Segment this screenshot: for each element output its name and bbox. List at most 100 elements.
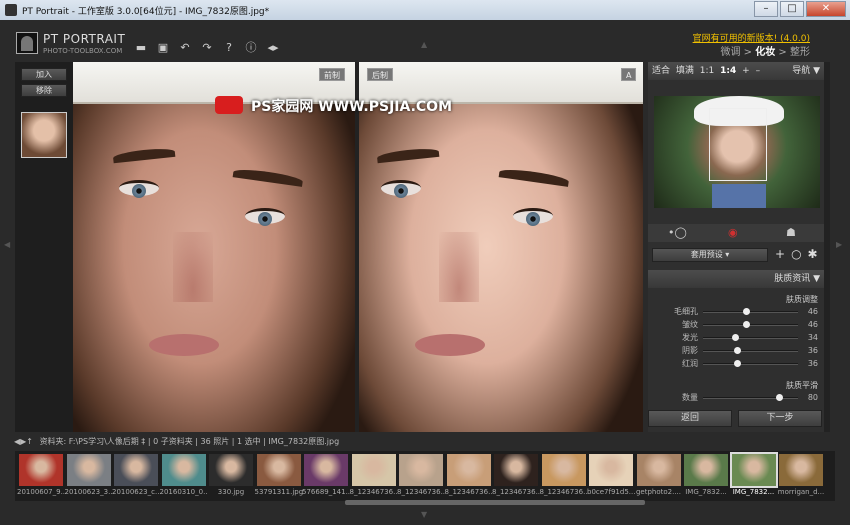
zoom-fill[interactable]: 填满 xyxy=(676,66,694,76)
navigator-header: 适合 填满 1:1 1:4 + – 导航 ▼ xyxy=(648,62,824,80)
add-button[interactable]: 加入 xyxy=(21,68,67,81)
image-viewer[interactable]: 前制 后制 A PS家园网 WWW.PSJIA.COM xyxy=(73,62,643,432)
makeup-tool-row: •◯ ◉ ☗ xyxy=(648,224,824,242)
zoom-fit[interactable]: 适合 xyxy=(652,66,670,76)
plugin-icon[interactable]: ◂▸ xyxy=(266,42,280,54)
after-label[interactable]: 后制 xyxy=(367,68,393,81)
nav-arrows-icon[interactable]: ◀▶↑ xyxy=(14,437,33,446)
filmstrip-thumbnail[interactable] xyxy=(446,454,491,486)
slider-knob[interactable] xyxy=(733,360,741,367)
compare-mode-button[interactable]: A xyxy=(621,68,637,81)
watermark-text: PS家园网 WWW.PSJIA.COM xyxy=(251,99,453,115)
workflow-step-adjust[interactable]: 微调 xyxy=(721,47,741,58)
eye-icon[interactable]: ◉ xyxy=(728,226,738,239)
filmstrip-caption: 8_12346736... xyxy=(444,488,493,496)
filmstrip-caption: 53791311.jpg xyxy=(254,488,303,496)
collapse-left-icon[interactable]: ◀ xyxy=(4,240,10,249)
redo-icon[interactable]: ↷ xyxy=(200,42,214,54)
collapse-right-icon[interactable]: ▶ xyxy=(836,240,842,249)
filmstrip-caption: IMG_7832... xyxy=(685,488,727,496)
chevron-down-icon: ▾ xyxy=(725,250,730,259)
preset-dropdown[interactable]: 套用预设 ▾ xyxy=(652,248,768,262)
right-panel: 适合 填满 1:1 1:4 + – 导航 ▼ •◯ ◉ ☗ 套用预设 ▾ + ○… xyxy=(648,62,824,432)
undo-icon[interactable]: ↶ xyxy=(178,42,192,54)
workflow-step-reshape[interactable]: 整形 xyxy=(790,47,810,58)
filmstrip-thumbnail[interactable] xyxy=(209,454,253,486)
chevron-down-icon[interactable]: ▼ xyxy=(813,274,820,284)
app-window: PT Portrait - 工作室版 3.0.0[64位元] - IMG_783… xyxy=(0,0,850,525)
slider-knob[interactable] xyxy=(775,394,783,401)
slider-rosy[interactable]: 红润 36 xyxy=(648,358,818,370)
filmstrip-thumbnail[interactable] xyxy=(636,454,681,486)
filmstrip-thumbnail[interactable] xyxy=(114,454,158,486)
filmstrip-thumbnail[interactable] xyxy=(494,454,538,486)
filmstrip-thumbnail[interactable] xyxy=(161,454,206,486)
minimize-button[interactable]: – xyxy=(754,1,778,17)
slider-knob[interactable] xyxy=(733,347,741,354)
face-thumbnail[interactable] xyxy=(21,112,67,158)
slider-knob[interactable] xyxy=(743,308,751,315)
skin-panel-header: 肤质资讯 ▼ xyxy=(648,270,824,288)
navigator-title: 导航 xyxy=(792,66,811,76)
filmstrip-caption: IMG_7832... xyxy=(732,488,775,496)
zoom-out-icon[interactable]: – xyxy=(756,66,761,76)
close-button[interactable]: ✕ xyxy=(806,1,846,17)
zoom-1-1[interactable]: 1:1 xyxy=(700,66,714,76)
slider-wrinkles[interactable]: 皱纹 46 xyxy=(648,319,818,331)
mask-icon[interactable]: ☗ xyxy=(786,226,796,239)
open-folder-icon[interactable]: ▬ xyxy=(134,42,148,54)
reset-icon[interactable]: ○ xyxy=(791,247,801,261)
filmstrip-thumbnail[interactable] xyxy=(399,454,443,486)
collapse-bottom-icon[interactable]: ▼ xyxy=(421,510,427,519)
remove-button[interactable]: 移除 xyxy=(21,84,67,97)
filmstrip-thumbnail[interactable] xyxy=(304,454,348,486)
filmstrip-thumbnail[interactable] xyxy=(729,452,778,488)
filmstrip-thumbnail[interactable] xyxy=(19,454,63,486)
filmstrip-caption: 20160310_0... xyxy=(159,488,208,496)
skin-smooth-title: 肤质平滑 xyxy=(786,381,818,390)
navigator-viewport-box[interactable] xyxy=(709,108,767,181)
info-icon[interactable]: ⓘ xyxy=(244,42,258,54)
save-icon[interactable]: ▣ xyxy=(156,42,170,54)
filmstrip-caption: 20100623_c... xyxy=(112,488,160,496)
filmstrip-caption: b0ce7f91d5... xyxy=(587,488,635,496)
skin-brush-icon[interactable]: •◯ xyxy=(668,226,687,239)
before-photo: 前制 xyxy=(73,62,355,432)
back-button[interactable]: 返回 xyxy=(648,410,732,427)
filmstrip-scrollbar[interactable] xyxy=(345,500,645,505)
before-label[interactable]: 前制 xyxy=(319,68,345,81)
next-button[interactable]: 下一步 xyxy=(738,410,822,427)
filmstrip-thumbnail[interactable] xyxy=(256,454,301,486)
watermark-logo-icon xyxy=(215,96,243,114)
filmstrip-thumbnail[interactable] xyxy=(779,454,823,486)
collapse-top-icon[interactable]: ▲ xyxy=(421,40,427,49)
filmstrip-thumbnail[interactable] xyxy=(351,454,396,486)
filmstrip-thumbnail[interactable] xyxy=(66,454,111,486)
add-preset-icon[interactable]: + xyxy=(775,247,785,261)
filmstrip: 20100607_9... 20100623_3... 20100623_c... 2… xyxy=(15,451,835,501)
title-bar: PT Portrait - 工作室版 3.0.0[64位元] - IMG_783… xyxy=(0,0,850,20)
filmstrip-thumbnail[interactable] xyxy=(684,454,728,486)
gear-icon[interactable]: ✱ xyxy=(808,247,818,261)
navigator-preview[interactable] xyxy=(654,96,820,208)
slider-pores[interactable]: 毛细孔 46 xyxy=(648,306,818,318)
slider-amount[interactable]: 数量 80 xyxy=(648,392,818,404)
filmstrip-thumbnail[interactable] xyxy=(589,454,633,486)
zoom-in-icon[interactable]: + xyxy=(742,66,750,76)
zoom-1-4[interactable]: 1:4 xyxy=(720,66,736,76)
filmstrip-caption: 576689_141... xyxy=(302,488,350,496)
workflow-step-makeup[interactable]: 化妆 xyxy=(755,47,775,58)
help-icon[interactable]: ? xyxy=(222,42,236,54)
filmstrip-thumbnail[interactable] xyxy=(541,454,586,486)
filmstrip-caption: getphoto2.... xyxy=(635,488,682,496)
filmstrip-caption: 8_12346736... xyxy=(492,488,540,496)
right-panel-scrollbar[interactable] xyxy=(824,62,830,432)
slider-glow[interactable]: 发光 34 xyxy=(648,332,818,344)
after-photo: 后制 A xyxy=(359,62,643,432)
slider-knob[interactable] xyxy=(743,321,751,328)
chevron-down-icon[interactable]: ▼ xyxy=(813,66,820,76)
maximize-button[interactable]: □ xyxy=(780,1,804,17)
slider-knob[interactable] xyxy=(731,334,739,341)
filmstrip-caption: 20100607_9... xyxy=(17,488,65,496)
slider-shadow[interactable]: 阴影 36 xyxy=(648,345,818,357)
